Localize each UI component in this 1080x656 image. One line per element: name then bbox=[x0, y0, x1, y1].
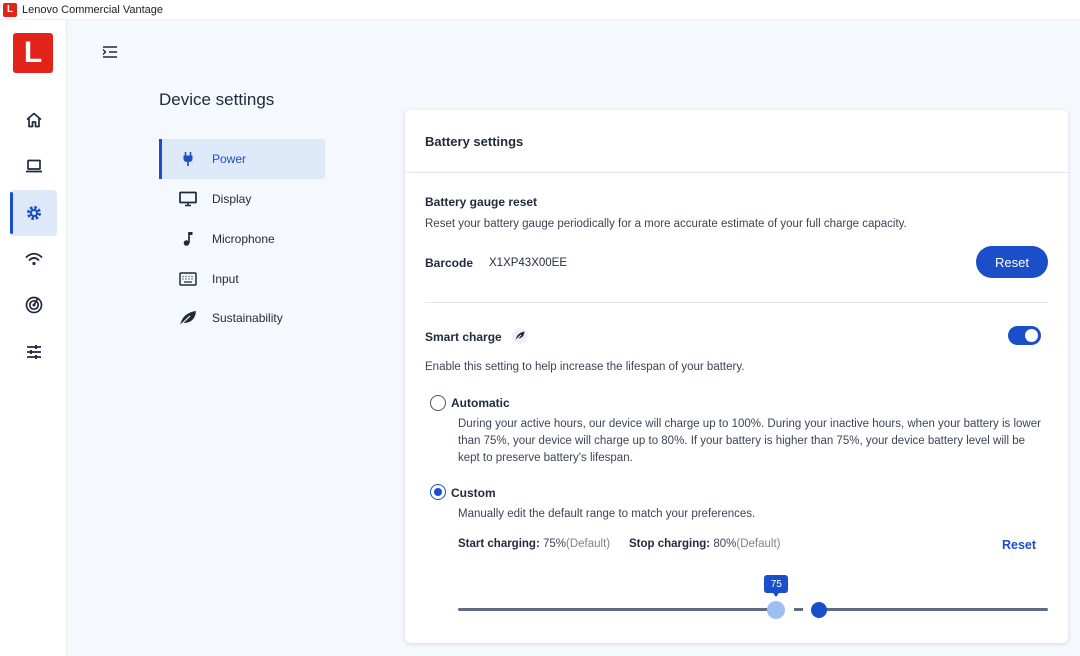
monitor-icon bbox=[178, 189, 198, 209]
start-charging-slider-thumb[interactable] bbox=[767, 601, 786, 619]
subnav-item-input[interactable]: Input bbox=[159, 259, 325, 299]
subnav-item-sustainability[interactable]: Sustainability bbox=[159, 298, 325, 338]
wifi-icon bbox=[25, 252, 42, 266]
rail-item-preferences[interactable] bbox=[10, 329, 57, 375]
custom-reset-link[interactable]: Reset bbox=[1002, 538, 1036, 552]
leaf-icon bbox=[178, 308, 198, 328]
rail-item-security[interactable] bbox=[10, 282, 57, 328]
smart-charge-description: Enable this setting to help increase the… bbox=[425, 361, 745, 373]
lenovo-logo-icon: L bbox=[3, 2, 17, 17]
eco-leaf-icon bbox=[512, 328, 528, 349]
rail-item-settings[interactable] bbox=[10, 190, 57, 236]
slider-value-tooltip: 75 bbox=[764, 575, 789, 597]
stop-charging-slider-thumb[interactable] bbox=[810, 602, 827, 618]
section-divider bbox=[425, 302, 1048, 303]
custom-label: Custom bbox=[451, 486, 496, 500]
automatic-radio[interactable] bbox=[430, 395, 446, 411]
barcode-label: Barcode bbox=[425, 256, 474, 270]
slider-gap-left bbox=[784, 606, 795, 613]
custom-description: Manually edit the default range to match… bbox=[458, 508, 756, 520]
start-charging-readout: Start charging: 75%(Default) bbox=[458, 538, 610, 550]
nav-rail: L bbox=[0, 20, 67, 656]
rail-item-device[interactable] bbox=[10, 143, 57, 189]
subnav-item-display[interactable]: Display bbox=[159, 179, 325, 219]
plug-icon bbox=[178, 149, 198, 169]
rail-item-network[interactable] bbox=[10, 236, 57, 282]
subnav-label: Sustainability bbox=[212, 311, 283, 325]
custom-radio[interactable] bbox=[430, 484, 446, 500]
window-title: Lenovo Commercial Vantage bbox=[22, 3, 164, 16]
smart-charge-title: Smart charge bbox=[425, 330, 502, 344]
gauge-reset-button[interactable]: Reset bbox=[976, 246, 1048, 278]
collapse-menu-button[interactable] bbox=[100, 42, 120, 62]
gauge-reset-title: Battery gauge reset bbox=[425, 195, 538, 209]
stop-charging-value: 80% bbox=[713, 538, 737, 550]
start-charging-value: 75% bbox=[543, 538, 567, 550]
start-charging-default: (Default) bbox=[566, 538, 611, 550]
automatic-description: During your active hours, our device wil… bbox=[458, 418, 1041, 464]
subnav-label: Power bbox=[212, 152, 247, 166]
subnav-item-microphone[interactable]: Microphone bbox=[159, 219, 325, 259]
stop-charging-label: Stop charging: bbox=[629, 538, 711, 550]
laptop-icon bbox=[25, 159, 42, 173]
stop-charging-default: (Default) bbox=[736, 538, 781, 550]
music-note-icon bbox=[178, 229, 198, 249]
barcode-value: X1XP43X00EE bbox=[489, 257, 568, 269]
home-icon bbox=[25, 112, 42, 128]
page-title: Device settings bbox=[159, 90, 275, 109]
subnav-item-power[interactable]: Power bbox=[159, 139, 325, 179]
subnav-label: Microphone bbox=[212, 232, 275, 246]
rail-item-home[interactable] bbox=[10, 97, 57, 143]
card-title: Battery settings bbox=[405, 110, 1068, 173]
gauge-reset-description: Reset your battery gauge periodically fo… bbox=[425, 218, 907, 230]
title-bar: L Lenovo Commercial Vantage bbox=[0, 0, 1080, 20]
menu-collapse-icon bbox=[102, 46, 117, 58]
charge-range-slider-track[interactable] bbox=[458, 608, 1048, 611]
subnav-label: Display bbox=[212, 192, 252, 206]
subnav-label: Input bbox=[212, 272, 239, 286]
battery-settings-card: Battery settings Battery gauge reset Res… bbox=[405, 110, 1068, 643]
keyboard-icon bbox=[178, 269, 198, 289]
start-charging-label: Start charging: bbox=[458, 538, 540, 550]
app-logo[interactable]: L bbox=[13, 33, 53, 73]
automatic-label: Automatic bbox=[451, 396, 510, 410]
stop-charging-readout: Stop charging: 80%(Default) bbox=[629, 538, 780, 550]
gear-icon bbox=[26, 206, 41, 220]
sliders-icon bbox=[26, 345, 41, 359]
radar-icon bbox=[25, 296, 42, 314]
smart-charge-toggle[interactable] bbox=[1008, 326, 1041, 345]
